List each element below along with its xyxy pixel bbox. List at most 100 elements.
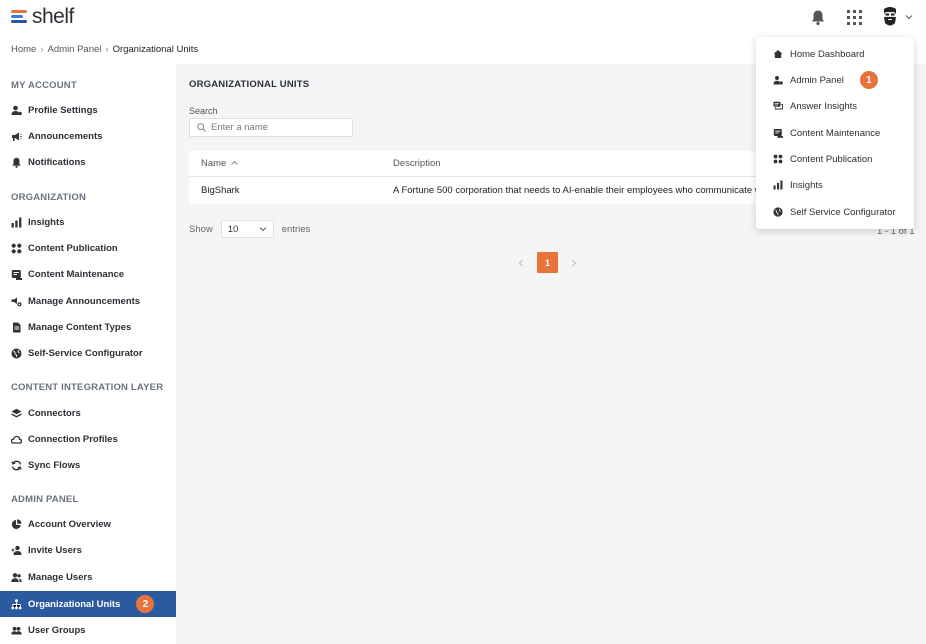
sidebar-item-label: Self-Service Configurator <box>28 347 143 359</box>
page-button-current[interactable]: 1 <box>537 252 558 273</box>
chevron-down-icon <box>259 227 267 232</box>
sync-icon <box>11 460 22 471</box>
sidebar-item-organizational-units[interactable]: Organizational Units 2 <box>0 591 176 617</box>
globe-icon <box>11 348 22 359</box>
sidebar-item-label: Announcements <box>28 130 103 142</box>
menu-item-insights[interactable]: Insights <box>756 172 914 198</box>
sidebar-item-connection-profiles[interactable]: Connection Profiles <box>0 426 176 452</box>
chat-icon <box>772 101 783 112</box>
sidebar-item-account-overview[interactable]: Account Overview <box>0 511 176 537</box>
invite-user-icon <box>11 545 22 556</box>
sidebar-item-label: Invite Users <box>28 544 82 556</box>
menu-item-admin-panel[interactable]: Admin Panel 1 <box>756 67 914 93</box>
shelf-logo[interactable]: shelf <box>11 6 74 28</box>
sidebar-item-label: Manage Announcements <box>28 295 141 307</box>
sidebar-item-label: Manage Users <box>28 571 93 583</box>
prev-page-icon[interactable] <box>515 257 527 269</box>
user-group-icon <box>11 625 22 636</box>
layers-icon <box>11 408 22 419</box>
page-size-select[interactable]: 10 <box>220 220 274 238</box>
home-icon <box>772 49 783 60</box>
sidebar-item-label: Account Overview <box>28 518 111 530</box>
sidebar-item-content-publication[interactable]: Content Publication <box>0 235 176 261</box>
menu-item-self-service-configurator[interactable]: Self Service Configurator <box>756 199 914 225</box>
search-label: Search <box>189 106 218 116</box>
sidebar-item-label: Notifications <box>28 156 86 168</box>
pie-chart-icon <box>11 518 22 530</box>
globe-icon <box>772 207 783 218</box>
apps-dropdown-menu: Home Dashboard Admin Panel 1 Answer Insi… <box>756 37 914 229</box>
sidebar-item-manage-announcements[interactable]: Manage Announcements <box>0 288 176 314</box>
org-tree-icon <box>11 598 22 610</box>
dots-grid-icon <box>772 154 783 165</box>
column-header-name[interactable]: Name <box>189 158 393 169</box>
dots-grid-icon <box>11 243 22 254</box>
apps-grid-icon[interactable] <box>846 9 863 26</box>
cloud-icon <box>11 434 22 445</box>
breadcrumb-home[interactable]: Home <box>11 44 36 55</box>
logo-text: shelf <box>32 5 74 28</box>
menu-item-answer-insights[interactable]: Answer Insights <box>756 93 914 119</box>
sidebar-item-label: Sync Flows <box>28 459 81 471</box>
sidebar: MY ACCOUNT Profile Settings Announcement… <box>0 64 176 644</box>
sidebar-item-label: Connection Profiles <box>28 433 118 445</box>
menu-item-content-publication[interactable]: Content Publication <box>756 146 914 172</box>
menu-item-content-maintenance[interactable]: Content Maintenance <box>756 120 914 146</box>
search-icon <box>197 123 206 132</box>
top-bar: shelf <box>0 0 926 36</box>
sort-icon[interactable] <box>230 159 239 168</box>
breadcrumb: Home › Admin Panel › Organizational Units <box>11 44 199 55</box>
sidebar-item-label: Content Publication <box>28 242 118 254</box>
page-size-control: Show 10 entries <box>189 220 310 238</box>
file-icon <box>11 322 22 333</box>
sidebar-item-connectors[interactable]: Connectors <box>0 400 176 426</box>
next-page-icon[interactable] <box>568 257 580 269</box>
entries-label: entries <box>281 223 311 235</box>
users-icon <box>11 572 22 583</box>
sidebar-section-admin-panel: ADMIN PANEL <box>11 494 79 505</box>
sidebar-item-sync-flows[interactable]: Sync Flows <box>0 452 176 478</box>
megaphone-settings-icon <box>11 296 22 307</box>
sidebar-item-announcements[interactable]: Announcements <box>0 123 176 149</box>
breadcrumb-current: Organizational Units <box>112 44 199 55</box>
document-check-icon <box>772 128 783 139</box>
sidebar-item-manage-users[interactable]: Manage Users <box>0 564 176 590</box>
sidebar-item-content-maintenance[interactable]: Content Maintenance <box>0 261 176 287</box>
user-settings-icon <box>11 105 22 116</box>
document-check-icon <box>11 269 22 280</box>
sidebar-item-user-groups[interactable]: User Groups <box>0 617 176 643</box>
sidebar-section-organization: ORGANIZATION <box>11 192 87 203</box>
bell-icon[interactable] <box>810 9 826 26</box>
sidebar-item-label: User Groups <box>28 624 86 636</box>
sidebar-item-label: Insights <box>28 216 65 228</box>
megaphone-icon <box>11 131 22 142</box>
page-title: ORGANIZATIONAL UNITS <box>189 79 310 90</box>
sidebar-item-self-service-configurator[interactable]: Self-Service Configurator <box>0 340 176 366</box>
bar-chart-icon <box>772 180 783 191</box>
sidebar-item-notifications[interactable]: Notifications <box>0 149 176 175</box>
sidebar-item-invite-users[interactable]: Invite Users <box>0 537 176 563</box>
bell-icon <box>11 157 22 168</box>
search-box[interactable] <box>189 118 353 137</box>
sidebar-item-label: Profile Settings <box>28 104 98 116</box>
search-input[interactable] <box>211 122 341 133</box>
sidebar-item-profile-settings[interactable]: Profile Settings <box>0 97 176 123</box>
step-badge: 2 <box>136 595 155 613</box>
admin-user-icon <box>772 75 783 86</box>
logo-mark-icon <box>11 10 29 24</box>
menu-item-home-dashboard[interactable]: Home Dashboard <box>756 41 914 67</box>
sidebar-item-label: Organizational Units <box>28 598 121 610</box>
cell-name[interactable]: BigShark <box>189 185 393 196</box>
step-badge: 1 <box>859 71 878 89</box>
sidebar-section-my-account: MY ACCOUNT <box>11 80 77 91</box>
breadcrumb-admin-panel[interactable]: Admin Panel <box>48 44 102 55</box>
chevron-down-icon[interactable] <box>905 13 913 21</box>
sidebar-item-label: Connectors <box>28 407 81 419</box>
sidebar-item-insights[interactable]: Insights <box>0 209 176 235</box>
bar-chart-icon <box>11 217 22 228</box>
avatar[interactable] <box>880 6 900 28</box>
sidebar-item-label: Content Maintenance <box>28 268 125 280</box>
show-label: Show <box>189 223 213 235</box>
sidebar-section-content-integration: CONTENT INTEGRATION LAYER <box>11 382 164 393</box>
sidebar-item-manage-content-types[interactable]: Manage Content Types <box>0 314 176 340</box>
